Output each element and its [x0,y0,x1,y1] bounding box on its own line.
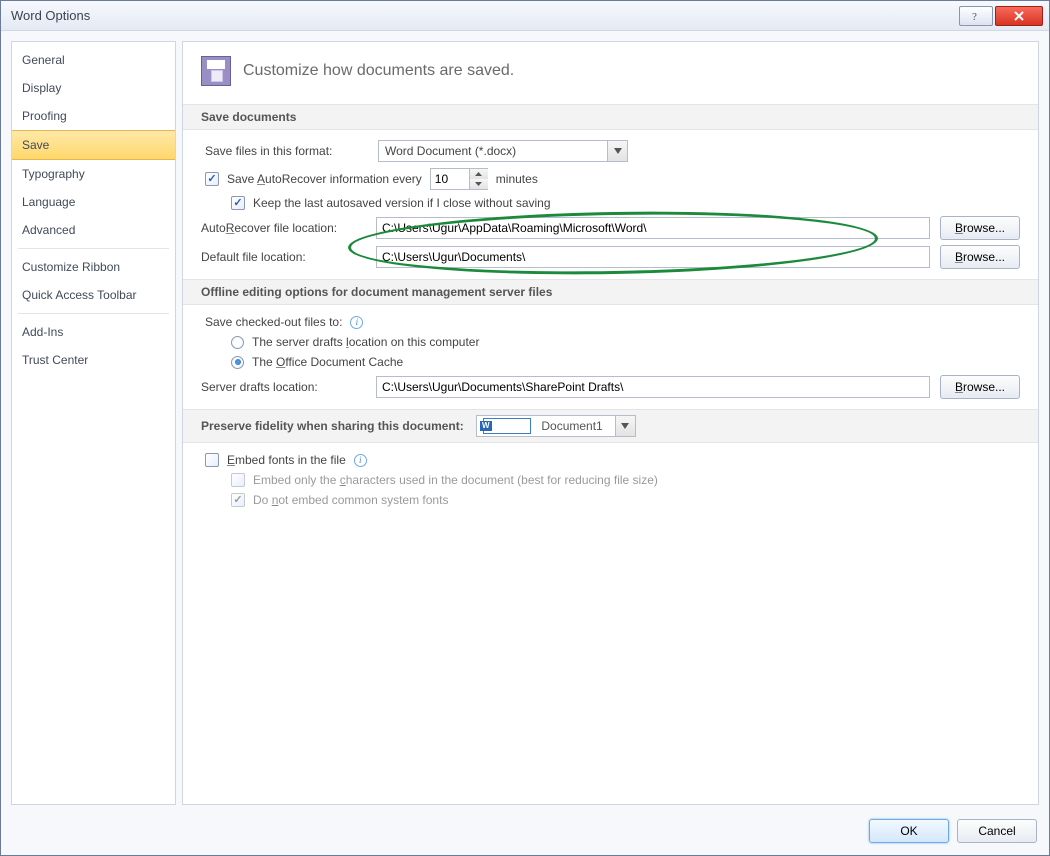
sidebar-separator [18,313,169,314]
word-doc-icon [483,418,532,434]
cancel-button[interactable]: Cancel [957,819,1037,843]
ok-button[interactable]: OK [869,819,949,843]
autorecover-minutes-spinner[interactable] [430,168,488,190]
autorecover-checkbox[interactable] [205,172,219,186]
autorecover-label: Save AutoRecover information every [227,172,422,186]
autorecover-minutes-input[interactable] [431,169,469,189]
keep-last-autosave-label: Keep the last autosaved version if I clo… [253,196,551,210]
default-location-label: Default file location: [201,250,366,264]
close-button[interactable] [995,6,1043,26]
keep-last-autosave-checkbox[interactable] [231,196,245,210]
save-checked-out-label: Save checked-out files to: [205,315,342,329]
spinner-up-icon[interactable] [470,169,488,179]
chevron-down-icon[interactable] [615,416,635,436]
titlebar: Word Options ? [1,1,1049,31]
options-main-panel: Customize how documents are saved. Save … [182,41,1039,805]
preserve-doc-value: Document1 [535,419,608,433]
embed-fonts-checkbox[interactable] [205,453,219,467]
sidebar-item-language[interactable]: Language [12,188,175,216]
page-header: Customize how documents are saved. [201,56,1020,86]
save-hero-icon [201,56,231,86]
spinner-down-icon[interactable] [470,179,488,189]
sidebar-item-save[interactable]: Save [12,130,175,160]
sidebar-item-proofing[interactable]: Proofing [12,102,175,130]
sidebar-item-display[interactable]: Display [12,74,175,102]
section-save-documents: Save documents [183,104,1038,130]
chevron-down-icon[interactable] [607,141,627,161]
info-icon[interactable]: i [350,316,363,329]
sidebar-item-addins[interactable]: Add-Ins [12,318,175,346]
no-common-fonts-checkbox [231,493,245,507]
sidebar-item-customize-ribbon[interactable]: Customize Ribbon [12,253,175,281]
category-sidebar: General Display Proofing Save Typography… [11,41,176,805]
save-format-label: Save files in this format: [205,144,370,158]
preserve-doc-combo[interactable]: Document1 [476,415,636,437]
server-drafts-input[interactable] [376,376,930,398]
embed-chars-label: Embed only the characters used in the do… [253,473,658,487]
sidebar-item-general[interactable]: General [12,46,175,74]
radio-office-cache-label: The Office Document Cache [252,355,403,369]
section-offline-editing: Offline editing options for document man… [183,279,1038,305]
autorecover-unit-label: minutes [496,172,538,186]
radio-server-drafts-label: The server drafts location on this compu… [252,335,479,349]
page-title: Customize how documents are saved. [243,62,514,80]
browse-autorecover-button[interactable]: Browse... [940,216,1020,240]
browse-server-drafts-button[interactable]: Browse... [940,375,1020,399]
sidebar-item-qat[interactable]: Quick Access Toolbar [12,281,175,309]
help-button[interactable]: ? [959,6,993,26]
options-window: Word Options ? General Display Proofing … [0,0,1050,856]
section-preserve-fidelity: Preserve fidelity when sharing this docu… [183,409,1038,443]
sidebar-item-advanced[interactable]: Advanced [12,216,175,244]
radio-server-drafts[interactable] [231,336,244,349]
default-location-input[interactable] [376,246,930,268]
save-format-value: Word Document (*.docx) [379,144,607,158]
embed-chars-checkbox [231,473,245,487]
save-format-combo[interactable]: Word Document (*.docx) [378,140,628,162]
info-icon[interactable]: i [354,454,367,467]
sidebar-item-typography[interactable]: Typography [12,160,175,188]
sidebar-item-trust-center[interactable]: Trust Center [12,346,175,374]
window-title: Word Options [11,8,957,23]
svg-text:?: ? [972,11,977,22]
no-common-fonts-label: Do not embed common system fonts [253,493,448,507]
autorecover-location-input[interactable] [376,217,930,239]
dialog-footer: OK Cancel [869,819,1037,843]
server-drafts-label: Server drafts location: [201,380,366,394]
radio-office-cache[interactable] [231,356,244,369]
browse-default-button[interactable]: Browse... [940,245,1020,269]
autorecover-location-label: AutoRecover file location: [201,221,366,235]
sidebar-separator [18,248,169,249]
embed-fonts-label: Embed fonts in the file [227,453,346,467]
